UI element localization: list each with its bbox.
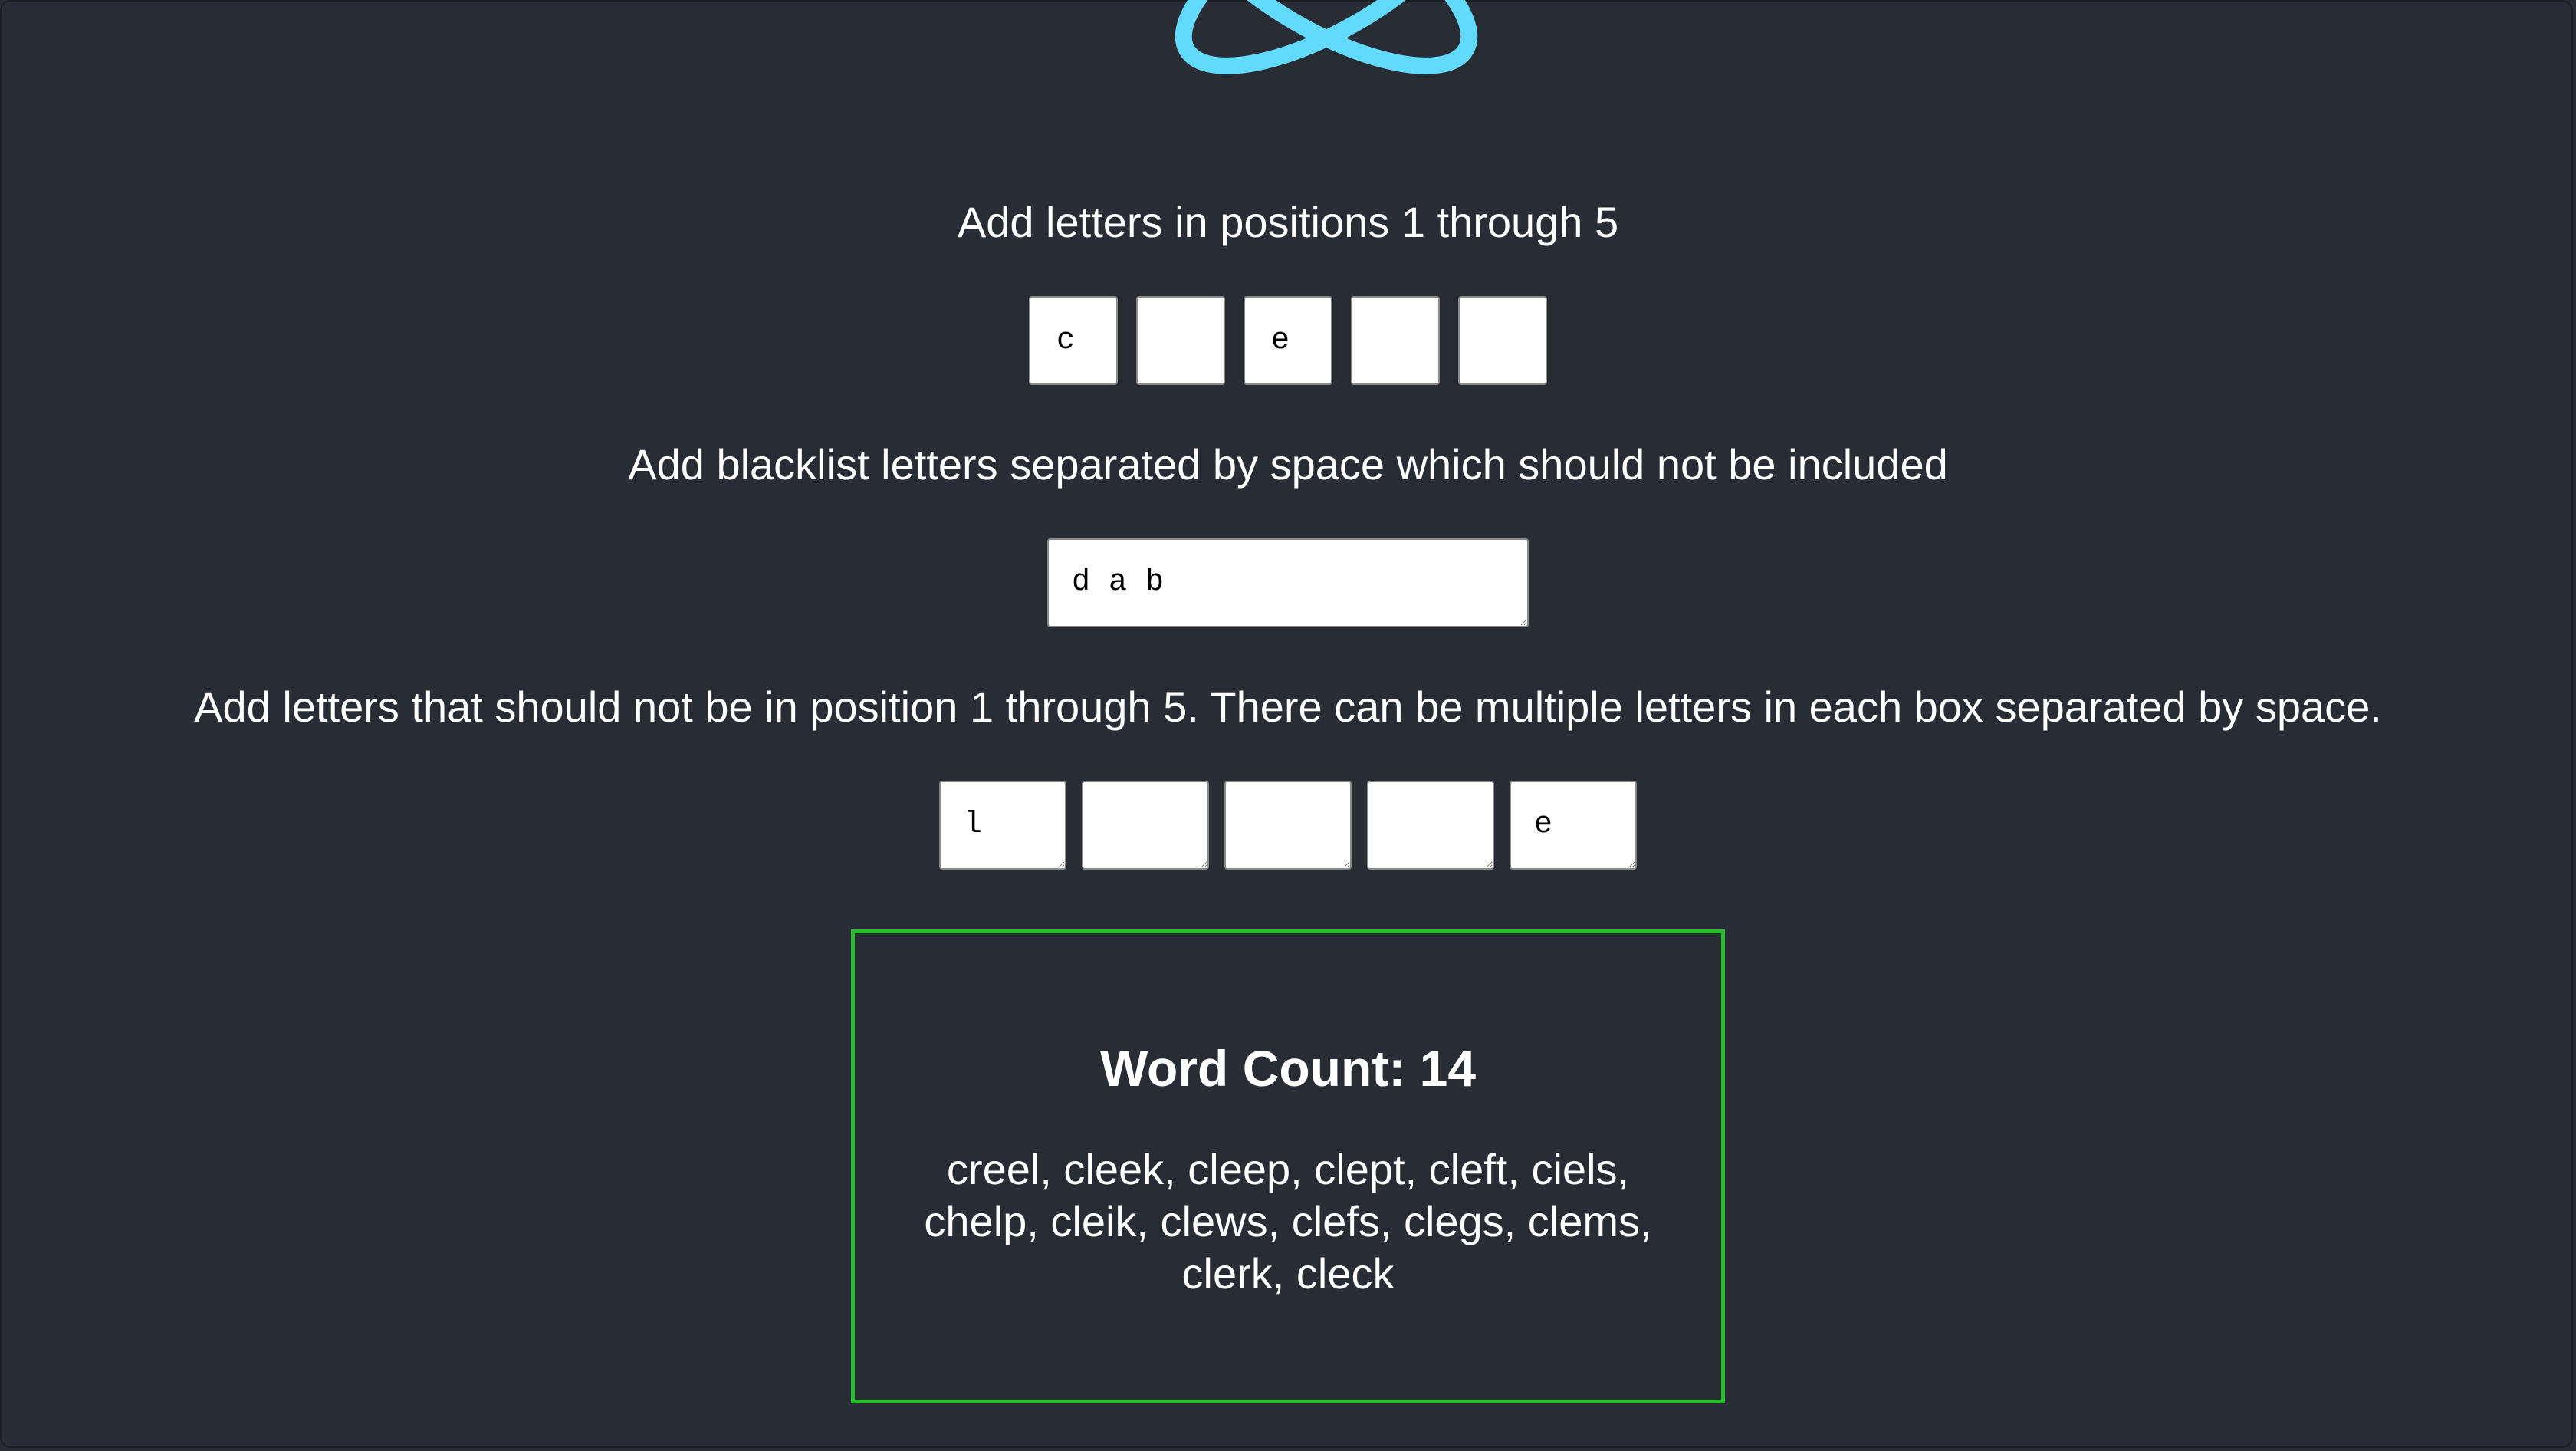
blacklist-row: d a b (0, 538, 2576, 627)
positions-row (0, 296, 2576, 385)
position-4-input[interactable] (1351, 296, 1440, 385)
exclusions-label: Add letters that should not be in positi… (194, 683, 2382, 731)
word-count-heading: Word Count: 14 (1099, 1040, 1477, 1097)
exclusion-3-textarea[interactable] (1224, 781, 1352, 870)
exclusion-1-textarea[interactable]: l (939, 781, 1066, 870)
positions-label: Add letters in positions 1 through 5 (957, 198, 1619, 246)
blacklist-label: Add blacklist letters separated by space… (628, 440, 1948, 489)
results-panel: Word Count: 14 creel, cleek, cleep, clep… (851, 929, 1725, 1403)
position-2-input[interactable] (1136, 296, 1225, 385)
exclusions-row: l e (0, 781, 2576, 870)
exclusion-5-textarea[interactable]: e (1510, 781, 1637, 870)
exclusion-4-textarea[interactable] (1367, 781, 1494, 870)
exclusion-2-textarea[interactable] (1082, 781, 1209, 870)
react-atom-icon (1175, 0, 1478, 74)
position-3-input[interactable] (1244, 296, 1332, 385)
position-1-input[interactable] (1029, 296, 1118, 385)
word-list: creel, cleek, cleep, clept, cleft, ciels… (924, 1145, 1652, 1298)
position-5-input[interactable] (1458, 296, 1547, 385)
blacklist-textarea[interactable]: d a b (1047, 538, 1529, 627)
